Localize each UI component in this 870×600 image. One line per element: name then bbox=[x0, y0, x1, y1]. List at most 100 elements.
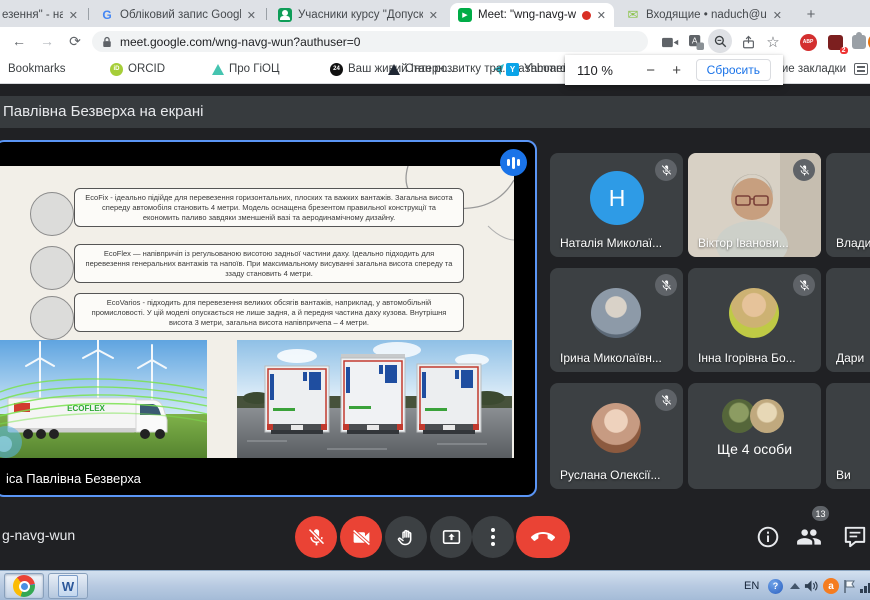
meet-favicon: ▶ bbox=[458, 8, 472, 22]
callout-circle bbox=[30, 246, 74, 290]
camera-toggle-button[interactable] bbox=[340, 516, 382, 558]
word-icon: W bbox=[58, 575, 78, 597]
bookmark-label: Bookmarks bbox=[8, 63, 66, 75]
presenting-banner-text: Павлівна Безверха на екрані bbox=[3, 103, 204, 120]
zoom-out-button[interactable]: − bbox=[638, 62, 664, 79]
other-bookmarks-label: тие закладки bbox=[777, 63, 846, 75]
forward-button[interactable]: → bbox=[36, 30, 58, 52]
participant-name: Ірина Миколаївн... bbox=[560, 351, 662, 365]
browser-toolbar: ← → ⟳ meet.google.com/wng-navg-wun?authu… bbox=[0, 27, 870, 55]
back-button[interactable]: ← bbox=[8, 30, 30, 52]
meeting-info-button[interactable] bbox=[755, 524, 781, 550]
other-bookmarks[interactable]: тие закладки bbox=[777, 55, 846, 83]
share-icon[interactable] bbox=[737, 31, 759, 53]
zoom-icon[interactable] bbox=[708, 29, 732, 53]
address-bar[interactable]: meet.google.com/wng-navg-wun?authuser=0 bbox=[92, 31, 648, 52]
tab-5[interactable]: ✉ Входящие • naduch@ukr.net ✕ bbox=[618, 3, 790, 27]
tab-strip: езення" - навча ✕ G Обліковий запис Goog… bbox=[0, 0, 870, 27]
yammer-icon: Y bbox=[506, 63, 519, 76]
present-button[interactable] bbox=[430, 516, 472, 558]
bookmark-stan[interactable]: Стан розвитку тра... bbox=[388, 55, 512, 83]
mic-toggle-button[interactable] bbox=[295, 516, 337, 558]
participant-tile[interactable]: Н Наталія Миколаї... bbox=[550, 153, 683, 257]
bookmark-folder[interactable]: Bookmarks bbox=[8, 55, 66, 83]
tab-close-icon[interactable]: ✕ bbox=[429, 9, 438, 22]
tab-3[interactable]: Учасники курсу "Допуск до за ✕ bbox=[270, 3, 446, 27]
extension-badge-count: 2 bbox=[840, 47, 848, 54]
zoom-in-button[interactable]: + bbox=[664, 62, 690, 79]
taskbar-word-button[interactable]: W bbox=[48, 573, 88, 599]
participant-tile[interactable]: Влади bbox=[826, 153, 870, 257]
participant-name: Ви bbox=[836, 468, 851, 482]
participant-name: Віктор Іванови... bbox=[698, 236, 789, 250]
profile-avatar[interactable] bbox=[866, 31, 870, 53]
bookmark-orcid[interactable]: iD ORCID bbox=[110, 55, 165, 83]
participant-tile[interactable]: Ірина Миколаївн... bbox=[550, 268, 683, 372]
meeting-code: g-navg-wun bbox=[2, 527, 75, 543]
shared-slide: EcoFix - ідеально підійде для перевезенн… bbox=[0, 166, 514, 458]
adblock-extension-icon[interactable]: ABP bbox=[797, 31, 819, 53]
participants-panel-button[interactable] bbox=[796, 524, 822, 550]
photo-three-trucks bbox=[237, 340, 512, 458]
chat-panel-button[interactable] bbox=[842, 524, 868, 550]
callout-circle bbox=[30, 192, 74, 236]
mic-off-icon bbox=[793, 159, 815, 181]
participant-name: Влади bbox=[836, 236, 870, 250]
participant-tile[interactable]: Руслана Олексії... bbox=[550, 383, 683, 489]
mic-off-icon bbox=[793, 274, 815, 296]
participant-tile[interactable]: Віктор Іванови... bbox=[688, 153, 821, 257]
triangle-icon bbox=[212, 64, 224, 75]
camera-allowed-icon[interactable] bbox=[659, 31, 681, 53]
reload-button[interactable]: ⟳ bbox=[64, 30, 86, 52]
callout-ecovarios: EcoVarios - підходить для перевезення ве… bbox=[74, 293, 464, 332]
extension-badge-icon[interactable]: 2 bbox=[824, 31, 846, 53]
tray-expand-icon[interactable] bbox=[790, 571, 800, 600]
bookmark-label: Про ГіОЦ bbox=[229, 63, 280, 75]
tray-volume-icon[interactable] bbox=[804, 571, 819, 600]
tab-1[interactable]: езення" - навча ✕ bbox=[0, 3, 86, 27]
tray-action-center-flag-icon[interactable] bbox=[843, 571, 856, 600]
presenting-banner: Павлівна Безверха на екрані bbox=[0, 96, 870, 128]
tray-language[interactable]: EN bbox=[744, 571, 759, 600]
url-text: meet.google.com/wng-navg-wun?authuser=0 bbox=[120, 35, 360, 49]
new-tab-button[interactable]: + bbox=[800, 4, 822, 26]
raise-hand-button[interactable] bbox=[385, 516, 427, 558]
tab-close-icon[interactable]: ✕ bbox=[773, 9, 782, 22]
zoom-reset-button[interactable]: Сбросить bbox=[696, 59, 771, 81]
tab-5-label: Входящие • naduch@ukr.net bbox=[646, 9, 767, 21]
tray-help-icon[interactable]: ? bbox=[768, 571, 783, 600]
avatar bbox=[591, 403, 641, 453]
tray-avast-icon[interactable]: a bbox=[823, 571, 839, 600]
self-tile[interactable]: Ви bbox=[826, 383, 870, 489]
bookmark-label: Стан розвитку тра... bbox=[405, 63, 512, 75]
callout-circle bbox=[30, 296, 74, 340]
taskbar-chrome-button[interactable] bbox=[4, 573, 44, 599]
bookmark-label: ORCID bbox=[128, 63, 165, 75]
participants-count-badge: 13 bbox=[812, 506, 829, 521]
tab-meet-active[interactable]: ▶ Meet: "wng-navg-wun" ✕ bbox=[450, 3, 614, 27]
reading-list-icon[interactable] bbox=[854, 55, 868, 83]
presentation-tile[interactable]: EcoFix - ідеально підійде для перевезенн… bbox=[0, 140, 537, 497]
overflow-participants-tile[interactable]: Ще 4 особи bbox=[688, 383, 821, 489]
lock-icon bbox=[102, 36, 112, 48]
tab-close-icon[interactable]: ✕ bbox=[597, 9, 606, 22]
tray-network-icon[interactable] bbox=[860, 579, 870, 593]
more-participants-label: Ще 4 особи bbox=[688, 441, 821, 457]
participant-tile[interactable]: Інна Ігорівна Бо... bbox=[688, 268, 821, 372]
more-options-button[interactable] bbox=[472, 516, 514, 558]
participant-tile[interactable]: Дари bbox=[826, 268, 870, 372]
participant-name: Інна Ігорівна Бо... bbox=[698, 351, 796, 365]
tab-2[interactable]: G Обліковий запис Google ✕ bbox=[92, 3, 264, 27]
avatar bbox=[750, 399, 784, 433]
bookmark-gioc[interactable]: Про ГіОЦ bbox=[212, 55, 280, 83]
presenter-name-label: іса Павлівна Безверха bbox=[6, 471, 141, 486]
avatar bbox=[729, 288, 779, 338]
tab-close-icon[interactable]: ✕ bbox=[247, 9, 256, 22]
translate-icon[interactable]: A bbox=[685, 31, 707, 53]
tab-separator bbox=[88, 8, 89, 20]
tab-2-label: Обліковий запис Google bbox=[120, 9, 241, 21]
tab-close-icon[interactable]: ✕ bbox=[69, 9, 78, 22]
end-call-button[interactable] bbox=[516, 516, 570, 558]
participant-name: Дари bbox=[836, 351, 864, 365]
bookmark-star-icon[interactable]: ☆ bbox=[762, 31, 784, 53]
